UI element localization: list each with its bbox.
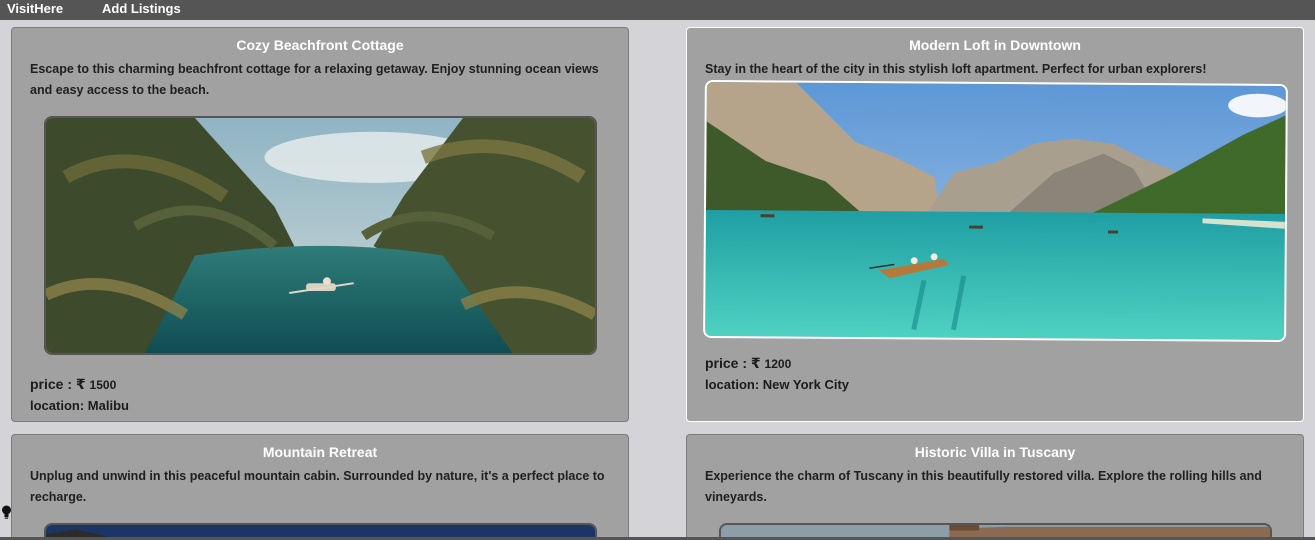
listing-price: price : ₹ 1500: [30, 376, 116, 393]
location-value: Malibu: [87, 398, 129, 413]
listing-title: Mountain Retreat: [262, 444, 378, 460]
add-listings-link[interactable]: Add Listings: [102, 1, 181, 16]
price-value: 1500: [89, 378, 117, 392]
listing-card-tuscany-villa[interactable]: Historic Villa in Tuscany Experience the…: [686, 434, 1304, 540]
listing-card-beachfront-cottage[interactable]: Cozy Beachfront Cottage Escape to this c…: [11, 27, 629, 422]
listing-price: price : ₹ 1200: [705, 355, 791, 372]
listing-description: Stay in the heart of the city in this st…: [705, 62, 1207, 76]
location-label: location:: [705, 377, 760, 392]
listing-title: Historic Villa in Tuscany: [914, 444, 1076, 460]
top-navbar: VisitHere Add Listings: [0, 0, 1315, 20]
location-value: New York City: [762, 377, 850, 392]
listing-card-mountain-retreat[interactable]: Mountain Retreat Unplug and unwind in th…: [11, 434, 629, 540]
listing-description: Experience the charm of Tuscany in this …: [705, 469, 1262, 504]
location-label: location:: [30, 398, 85, 413]
listing-title: Cozy Beachfront Cottage: [236, 37, 404, 53]
price-label: price : ₹: [705, 355, 761, 371]
listing-location: location: Malibu: [30, 398, 129, 413]
brand-link[interactable]: VisitHere: [7, 1, 63, 16]
tropical-river-photo[interactable]: [44, 116, 597, 355]
lightbulb-icon[interactable]: [1, 504, 12, 522]
listing-description: Escape to this charming beachfront cotta…: [30, 62, 599, 97]
mountain-lake-photo[interactable]: [703, 79, 1288, 343]
price-label: price : ₹: [30, 376, 86, 392]
listing-card-modern-loft[interactable]: Modern Loft in Downtown Stay in the hear…: [686, 27, 1304, 422]
listing-location: location: New York City: [705, 377, 849, 392]
listing-description: Unplug and unwind in this peaceful mount…: [30, 469, 605, 504]
listing-title: Modern Loft in Downtown: [909, 37, 1081, 53]
price-value: 1200: [764, 357, 792, 371]
